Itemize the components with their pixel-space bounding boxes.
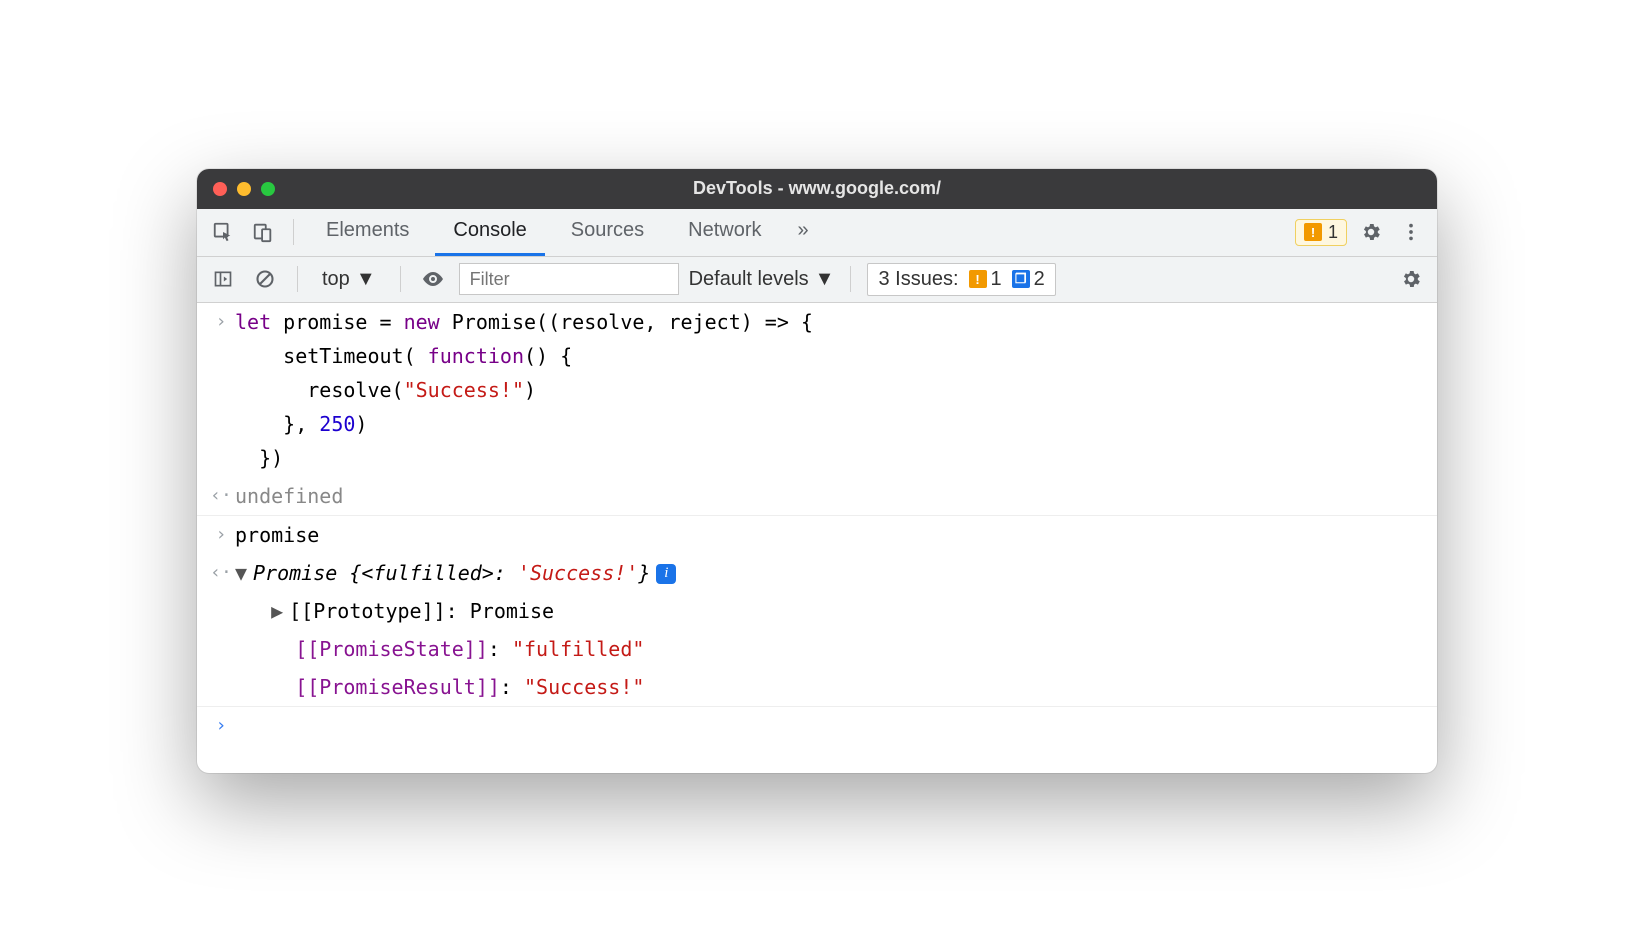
input-prompt-icon: › bbox=[207, 518, 235, 551]
issues-label: 3 Issues: bbox=[878, 268, 958, 291]
filter-input[interactable] bbox=[459, 263, 679, 295]
settings-icon[interactable] bbox=[1355, 216, 1387, 248]
prop-value: Promise bbox=[470, 599, 554, 623]
device-toggle-icon[interactable] bbox=[247, 216, 279, 248]
tab-sources[interactable]: Sources bbox=[553, 208, 662, 256]
maximize-window-button[interactable] bbox=[261, 182, 275, 196]
collapse-toggle-icon[interactable]: ▼ bbox=[235, 556, 253, 590]
tab-network[interactable]: Network bbox=[670, 208, 779, 256]
levels-label: Default levels bbox=[689, 268, 809, 291]
object-property-row: [[PromiseState]]: "fulfilled" bbox=[197, 630, 1437, 668]
prop-value: "Success!" bbox=[524, 675, 644, 699]
object-summary[interactable]: ▼Promise {<fulfilled>: 'Success!'}i bbox=[235, 556, 1427, 590]
traffic-lights bbox=[213, 182, 275, 196]
more-menu-icon[interactable] bbox=[1395, 216, 1427, 248]
prop-label: [[PromiseResult]] bbox=[295, 675, 500, 699]
console-toolbar: top ▼ Default levels ▼ 3 Issues: ! 1 ❐ 2 bbox=[197, 257, 1437, 303]
issues-warn-count: 1 bbox=[991, 268, 1002, 291]
info-badge-icon[interactable]: i bbox=[656, 564, 676, 584]
console-prompt-row[interactable]: › bbox=[197, 707, 1437, 744]
divider bbox=[297, 266, 298, 292]
context-label: top bbox=[322, 268, 350, 291]
output-indicator-icon: ‹· bbox=[207, 479, 235, 512]
minimize-window-button[interactable] bbox=[237, 182, 251, 196]
toggle-sidebar-icon[interactable] bbox=[207, 263, 239, 295]
warning-icon: ! bbox=[1304, 223, 1322, 241]
console-settings-icon[interactable] bbox=[1395, 263, 1427, 295]
console-input-row[interactable]: › promise bbox=[197, 516, 1437, 554]
expand-toggle-icon[interactable]: ▶ bbox=[271, 594, 289, 628]
console-result-row: ‹· undefined bbox=[197, 477, 1437, 516]
titlebar: DevTools - www.google.com/ bbox=[197, 169, 1437, 209]
clear-console-icon[interactable] bbox=[249, 263, 281, 295]
code-input: promise bbox=[235, 518, 1427, 552]
live-expression-icon[interactable] bbox=[417, 263, 449, 295]
tabs-overflow-button[interactable]: » bbox=[788, 208, 819, 256]
tab-console[interactable]: Console bbox=[435, 208, 544, 256]
chevron-down-icon: ▼ bbox=[356, 268, 376, 291]
object-property-row: [[PromiseResult]]: "Success!" bbox=[197, 668, 1437, 707]
context-selector[interactable]: top ▼ bbox=[314, 266, 384, 293]
object-property-row[interactable]: ▶[[Prototype]]: Promise bbox=[197, 592, 1437, 630]
divider bbox=[400, 266, 401, 292]
prop-label: [[PromiseState]] bbox=[295, 637, 488, 661]
input-prompt-icon: › bbox=[207, 305, 235, 338]
issues-summary[interactable]: 3 Issues: ! 1 ❐ 2 bbox=[867, 263, 1055, 296]
warning-icon: ! bbox=[969, 270, 987, 288]
issues-info-count: 2 bbox=[1034, 268, 1045, 291]
inspect-element-icon[interactable] bbox=[207, 216, 239, 248]
main-tabbar: Elements Console Sources Network » ! 1 bbox=[197, 209, 1437, 257]
log-levels-selector[interactable]: Default levels ▼ bbox=[689, 268, 835, 291]
window-title: DevTools - www.google.com/ bbox=[197, 178, 1437, 199]
warnings-count: 1 bbox=[1328, 222, 1338, 243]
console-input-row[interactable]: › let promise = new Promise((resolve, re… bbox=[197, 303, 1437, 477]
output-indicator-icon: ‹· bbox=[207, 556, 235, 589]
divider bbox=[293, 219, 294, 245]
code-input: let promise = new Promise((resolve, reje… bbox=[235, 305, 1427, 475]
warnings-badge[interactable]: ! 1 bbox=[1295, 219, 1347, 246]
console-output: › let promise = new Promise((resolve, re… bbox=[197, 303, 1437, 774]
devtools-window: DevTools - www.google.com/ Elements Cons… bbox=[197, 169, 1437, 774]
close-window-button[interactable] bbox=[213, 182, 227, 196]
chevron-down-icon: ▼ bbox=[815, 268, 835, 291]
input-prompt-icon: › bbox=[207, 709, 235, 742]
tab-elements[interactable]: Elements bbox=[308, 208, 427, 256]
prop-value: "fulfilled" bbox=[512, 637, 644, 661]
prop-label: [[Prototype]] bbox=[289, 599, 446, 623]
info-icon: ❐ bbox=[1012, 270, 1030, 288]
console-result-row: ‹· ▼Promise {<fulfilled>: 'Success!'}i bbox=[197, 554, 1437, 592]
divider bbox=[850, 266, 851, 292]
result-value: undefined bbox=[235, 479, 1427, 513]
